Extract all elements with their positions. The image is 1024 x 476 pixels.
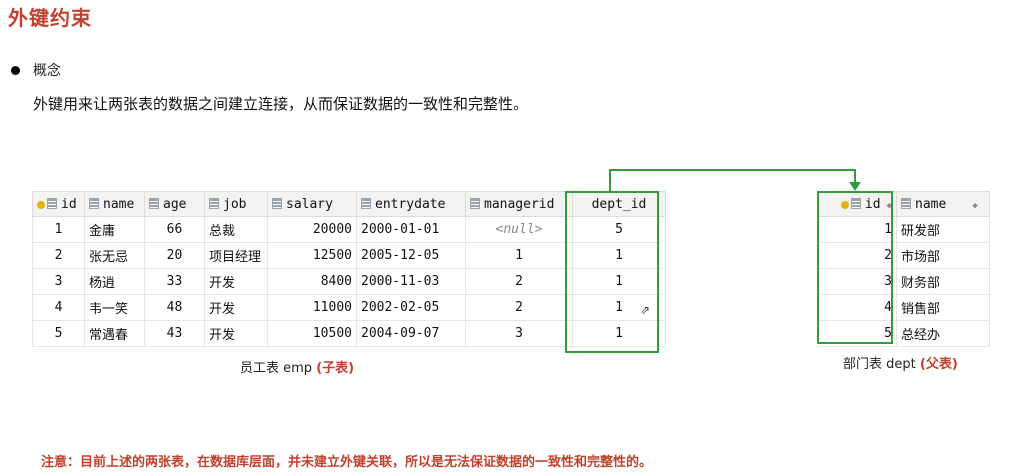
emp-cell[interactable]: 张无忌 <box>84 242 145 269</box>
emp-cell[interactable]: 开发 <box>204 294 268 321</box>
emp-cell[interactable]: 1 <box>32 216 85 243</box>
emp-cell[interactable]: 43 <box>144 320 205 347</box>
mouse-cursor-icon: ⇗ <box>640 303 651 317</box>
dept-id-highlight-box <box>565 191 659 353</box>
column-icon <box>47 197 57 209</box>
emp-cell[interactable]: 2 <box>32 242 85 269</box>
bullet-icon <box>11 66 20 75</box>
dept-cell[interactable]: 总经办 <box>896 320 990 347</box>
emp-cell[interactable]: 2005-12-05 <box>356 242 466 269</box>
concept-text: 外键用来让两张表的数据之间建立连接，从而保证数据的一致性和完整性。 <box>33 95 529 113</box>
emp-cell[interactable]: 48 <box>144 294 205 321</box>
emp-col-id[interactable]: id <box>32 191 85 217</box>
emp-col-age[interactable]: age <box>144 191 205 217</box>
column-icon <box>89 197 99 209</box>
emp-col-managerid[interactable]: managerid <box>465 191 573 217</box>
column-icon <box>470 197 480 209</box>
dept-cell[interactable]: 研发部 <box>896 216 990 243</box>
emp-cell[interactable]: 1 <box>465 242 573 269</box>
dept-col-name[interactable]: name ◆ <box>896 191 990 217</box>
emp-cell[interactable]: 2 <box>465 294 573 321</box>
emp-cell[interactable]: 2000-01-01 <box>356 216 466 243</box>
emp-caption: 员工表 emp (子表) <box>240 361 355 376</box>
emp-cell[interactable]: 杨逍 <box>84 268 145 295</box>
emp-cell[interactable]: 20000 <box>267 216 357 243</box>
note-text: 注意：目前上述的两张表，在数据库层面，并未建立外键关联，所以是无法保证数据的一致… <box>41 455 653 470</box>
column-icon <box>272 197 282 209</box>
column-icon <box>361 197 371 209</box>
emp-cell[interactable]: 2 <box>465 268 573 295</box>
emp-cell[interactable]: 10500 <box>267 320 357 347</box>
column-icon <box>209 197 219 209</box>
emp-cell[interactable]: 2000-11-03 <box>356 268 466 295</box>
emp-cell[interactable]: 韦一笑 <box>84 294 145 321</box>
connector-line <box>609 169 611 192</box>
connector-line <box>609 169 856 171</box>
emp-cell[interactable]: 3 <box>32 268 85 295</box>
emp-cell[interactable]: 3 <box>465 320 573 347</box>
emp-col-name[interactable]: name <box>84 191 145 217</box>
emp-cell[interactable]: 11000 <box>267 294 357 321</box>
slide-title: 外键约束 <box>8 6 92 30</box>
dept-cell[interactable]: 市场部 <box>896 242 990 269</box>
emp-cell[interactable]: 金庸 <box>84 216 145 243</box>
emp-cell[interactable]: 66 <box>144 216 205 243</box>
emp-cell[interactable]: 常遇春 <box>84 320 145 347</box>
column-icon <box>901 197 911 209</box>
dept-cell[interactable]: 财务部 <box>896 268 990 295</box>
emp-cell[interactable]: 总裁 <box>204 216 268 243</box>
dept-cell[interactable]: 销售部 <box>896 294 990 321</box>
key-icon <box>37 200 45 209</box>
emp-cell[interactable]: 5 <box>32 320 85 347</box>
emp-cell[interactable]: 开发 <box>204 320 268 347</box>
emp-cell[interactable]: 2002-02-05 <box>356 294 466 321</box>
emp-cell[interactable]: 20 <box>144 242 205 269</box>
emp-cell[interactable]: 12500 <box>267 242 357 269</box>
emp-cell[interactable]: 2004-09-07 <box>356 320 466 347</box>
dept-caption: 部门表 dept (父表) <box>843 357 958 372</box>
emp-col-salary[interactable]: salary <box>267 191 357 217</box>
emp-cell[interactable]: 开发 <box>204 268 268 295</box>
column-icon <box>149 197 159 209</box>
concept-label: 概念 <box>33 63 61 79</box>
emp-cell[interactable]: <null> <box>465 216 573 243</box>
emp-col-entrydate[interactable]: entrydate <box>356 191 466 217</box>
emp-cell[interactable]: 8400 <box>267 268 357 295</box>
dept-pk-highlight-box <box>817 191 893 344</box>
arrow-down-icon <box>849 182 861 191</box>
emp-cell[interactable]: 项目经理 <box>204 242 268 269</box>
sort-icon[interactable]: ◆ <box>972 201 977 211</box>
emp-cell[interactable]: 33 <box>144 268 205 295</box>
emp-col-job[interactable]: job <box>204 191 268 217</box>
emp-cell[interactable]: 4 <box>32 294 85 321</box>
